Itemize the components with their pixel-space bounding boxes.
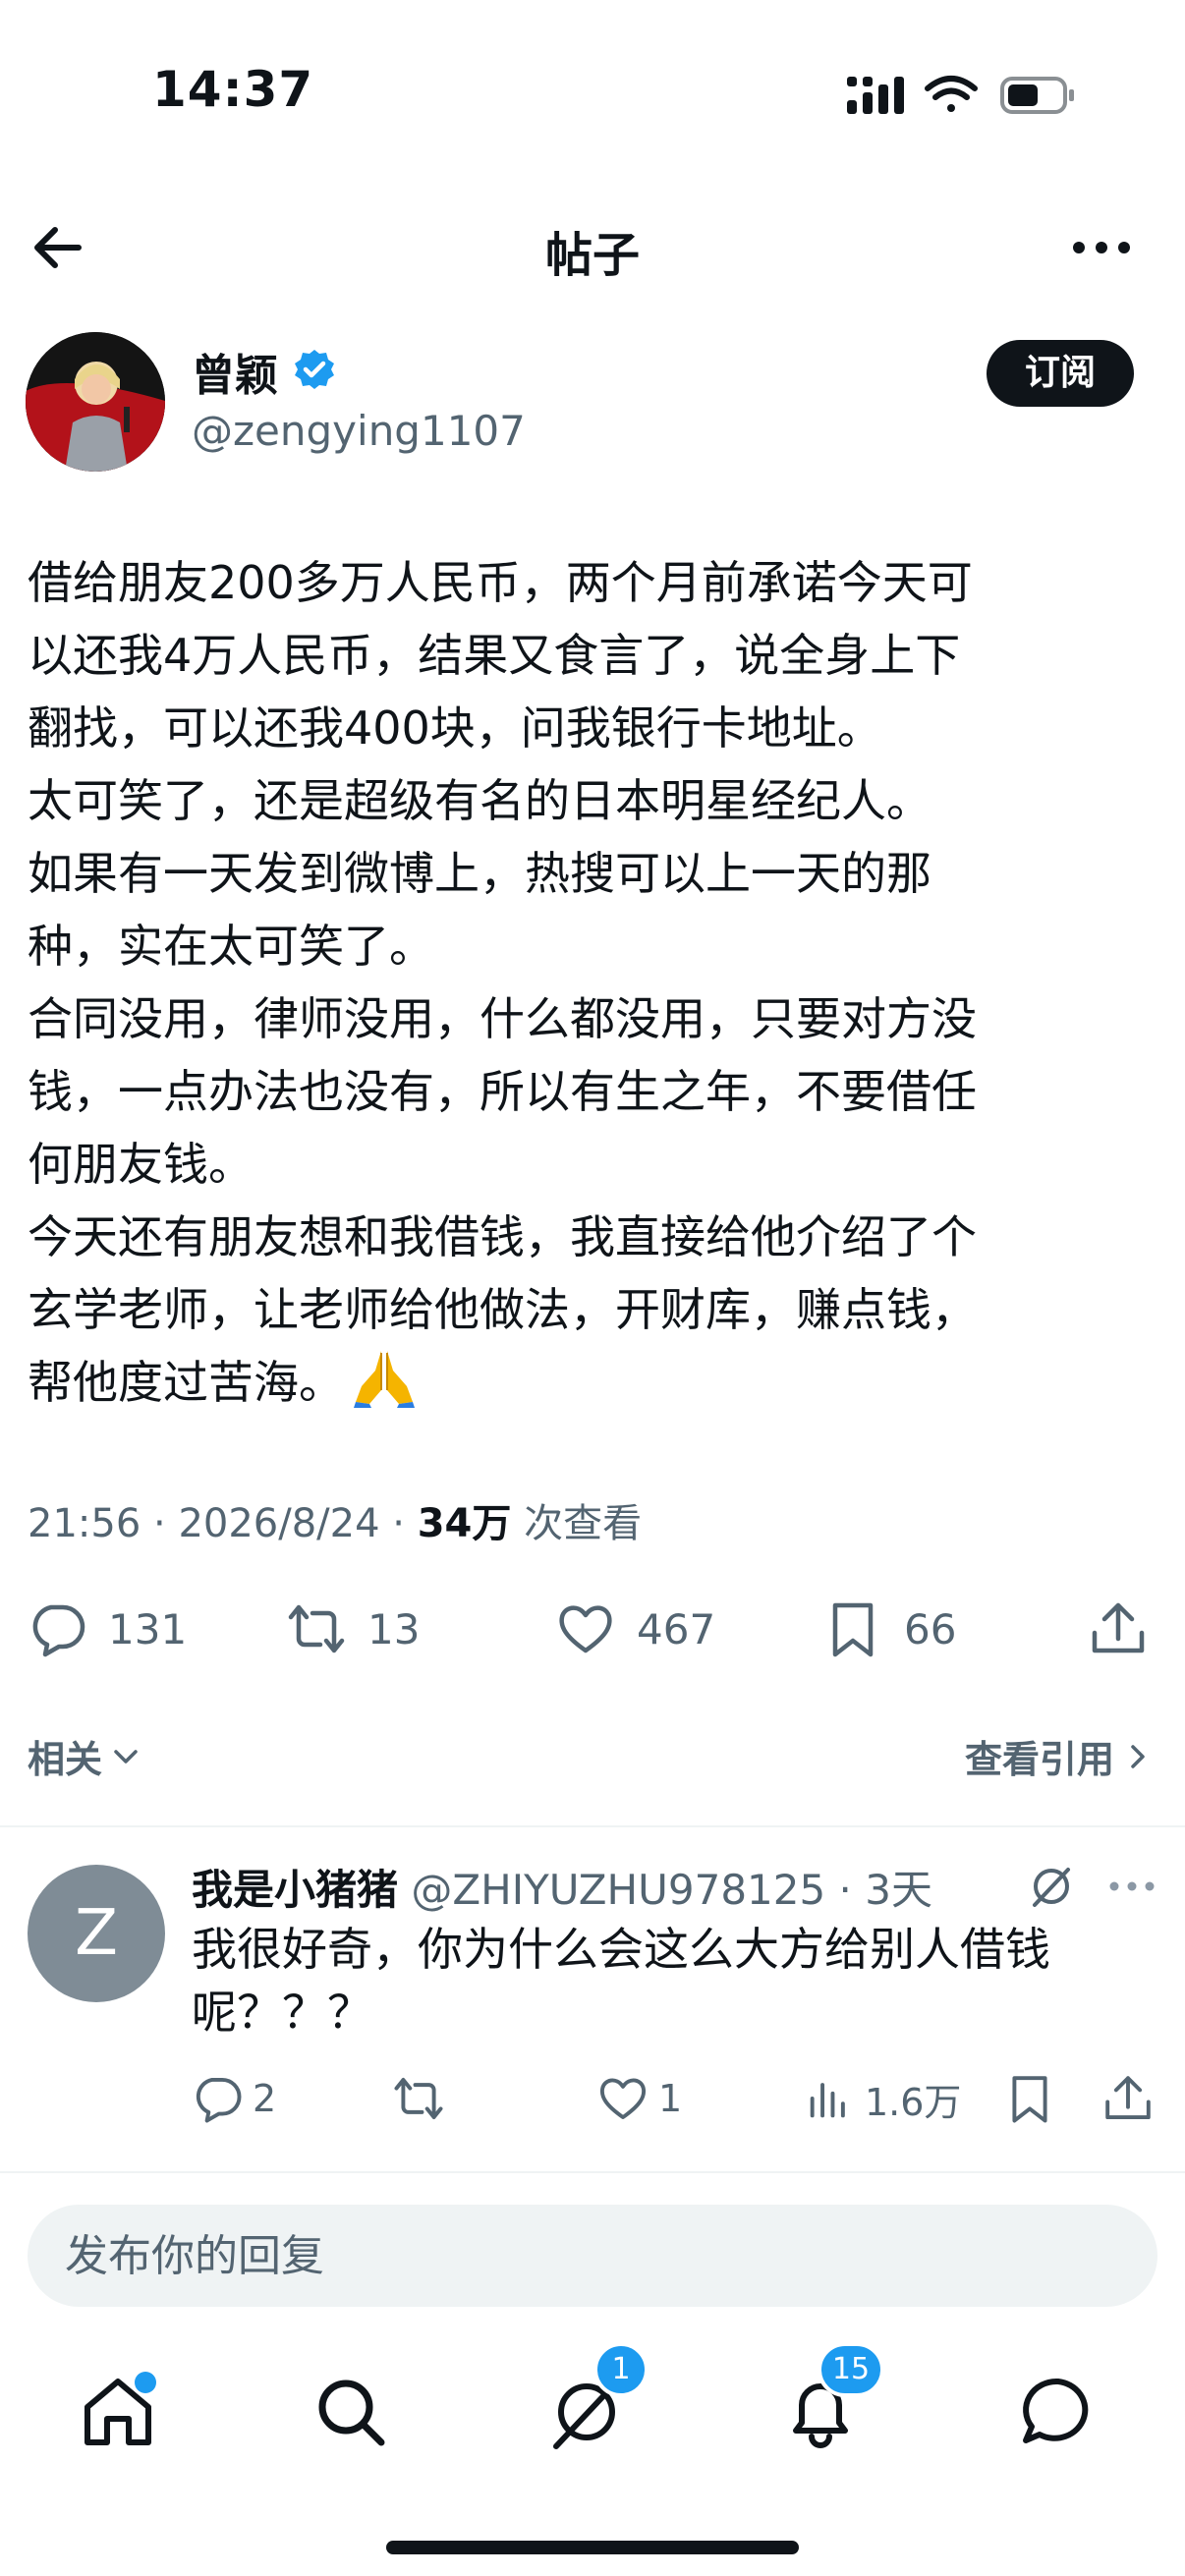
notifications-badge: 15 <box>818 2342 884 2397</box>
chevron-down-icon <box>114 1749 138 1764</box>
status-time: 14:37 <box>152 61 314 118</box>
like-button[interactable]: 467 <box>556 1599 715 1658</box>
reply-avatar[interactable]: Z <box>28 1865 165 2002</box>
post-meta: 21:56 · 2026/8/24 · 34万 次查看 <box>28 1501 643 1546</box>
reply-button[interactable]: 131 <box>28 1599 187 1658</box>
post-date: 2026/8/24 <box>178 1501 380 1546</box>
bookmark-icon <box>832 1602 874 1657</box>
nav-home[interactable] <box>74 2368 162 2456</box>
post-views-label: 次查看 <box>524 1501 643 1546</box>
reply-reply-count: 2 <box>253 2077 277 2120</box>
share-icon <box>1105 2076 1151 2120</box>
like-count: 467 <box>637 1604 716 1653</box>
reply-compose-input[interactable] <box>28 2205 1157 2307</box>
related-label: 相关 <box>28 1738 103 1781</box>
reply-more-icon[interactable] <box>1108 1869 1156 1904</box>
battery-icon <box>1000 77 1074 114</box>
reply-icon <box>196 2077 242 2123</box>
status-icons <box>845 71 1081 120</box>
chevron-right-icon <box>1131 1744 1145 1768</box>
repost-count: 13 <box>367 1604 421 1653</box>
wifi-icon <box>925 76 978 112</box>
nav-notifications[interactable]: 15 <box>776 2342 884 2456</box>
praying-hands-emoji <box>352 1347 417 1408</box>
reply-time: 3天 <box>865 1866 932 1914</box>
reply-views-count: 1.6万 <box>865 2080 962 2124</box>
post-time: 21:56 <box>28 1501 141 1546</box>
more-options-icon[interactable] <box>1071 228 1132 267</box>
reply-share-button[interactable] <box>1102 2073 1154 2124</box>
reply-bookmark-button[interactable] <box>1004 2073 1055 2124</box>
view-quotes-link[interactable]: 查看引用 <box>965 1729 1156 1783</box>
author-handle[interactable]: @zengying1107 <box>192 407 526 455</box>
repost-icon <box>394 2077 443 2120</box>
reply-reply-button[interactable]: 2 <box>192 2073 276 2124</box>
bookmark-button[interactable]: 66 <box>823 1599 956 1658</box>
analytics-icon <box>810 2083 845 2118</box>
reply-like-button[interactable]: 1 <box>597 2073 682 2124</box>
reply-author-name[interactable]: 我是小猪猪 <box>192 1866 398 1914</box>
nav-grok[interactable]: 1 <box>542 2342 649 2456</box>
post-views-count[interactable]: 34万 <box>418 1501 512 1546</box>
divider <box>0 2171 1185 2173</box>
reply-header: 我是小猪猪 @ZHIYUZHU978125 · 3天 <box>192 1866 932 1914</box>
heart-icon <box>559 1605 612 1653</box>
author-name[interactable]: 曾颖 <box>192 340 278 403</box>
reply-repost-button[interactable] <box>393 2073 444 2124</box>
verified-badge-icon <box>293 348 336 391</box>
post-body-text: 借给朋友200多万人民币，两个月前承诺今天可 以还我4万人民币，结果又食言了，说… <box>28 556 977 1409</box>
heart-icon <box>599 2078 647 2120</box>
repost-button[interactable]: 13 <box>287 1599 420 1658</box>
nav-search[interactable] <box>307 2368 395 2456</box>
post-text: 借给朋友200多万人民币，两个月前承诺今天可 以还我4万人民币，结果又食言了，说… <box>28 546 1167 1419</box>
reply-author-handle[interactable]: @ZHIYUZHU978125 <box>411 1866 825 1914</box>
repost-icon <box>288 1604 345 1653</box>
grok-badge: 1 <box>593 2342 649 2397</box>
home-notification-dot <box>135 2372 156 2393</box>
divider <box>0 1825 1185 1827</box>
reply-icon <box>32 1604 85 1657</box>
subscribe-button[interactable]: 订阅 <box>987 340 1134 407</box>
reply-like-count: 1 <box>658 2077 683 2120</box>
reply-views-button[interactable]: 1.6万 <box>804 2073 961 2124</box>
grok-icon[interactable] <box>1027 1862 1076 1911</box>
share-icon <box>1092 1602 1145 1653</box>
home-indicator <box>386 2541 799 2554</box>
view-quotes-label: 查看引用 <box>964 1738 1114 1781</box>
related-dropdown[interactable]: 相关 <box>28 1729 143 1783</box>
author-avatar[interactable] <box>26 332 165 472</box>
bookmark-icon <box>1012 2076 1047 2123</box>
message-icon <box>1023 2378 1089 2443</box>
page-title: 帖子 <box>544 228 640 283</box>
reply-count: 131 <box>108 1604 188 1653</box>
share-button[interactable] <box>1089 1599 1148 1658</box>
reply-text: 我很好奇，你为什么会这么大方给别人借钱 呢？？？ <box>192 1923 1050 2039</box>
bookmark-count: 66 <box>904 1604 957 1653</box>
signal-icon <box>847 77 904 114</box>
nav-messages[interactable] <box>1014 2368 1102 2456</box>
search-icon <box>318 2380 385 2446</box>
